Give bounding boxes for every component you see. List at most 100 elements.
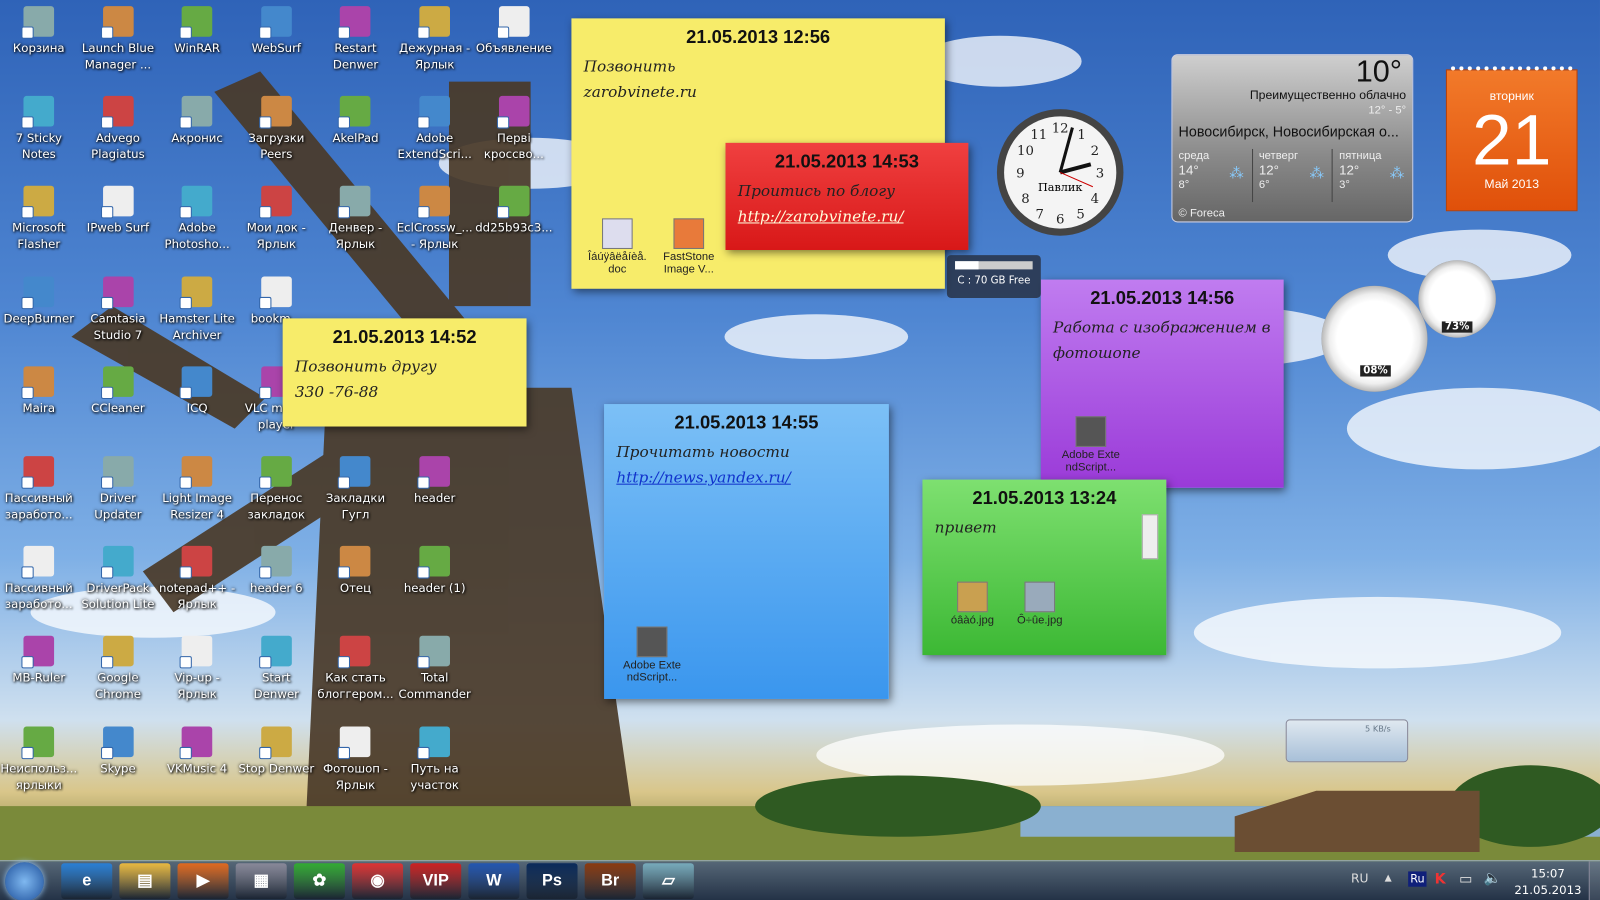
note-text[interactable]: zarobvinete.ru — [584, 80, 933, 106]
desktop-icon[interactable]: Дежурная - Ярлык — [396, 0, 474, 72]
sticky-note[interactable]: 21.05.2013 13:24 привет óâàó.jpg Ô÷ûe.jp… — [922, 479, 1167, 656]
desktop-icon[interactable]: Закладки Гугл — [317, 450, 395, 522]
desktop-icon[interactable]: ICQ — [158, 360, 236, 416]
network-icon[interactable]: ▭ — [1459, 871, 1473, 887]
desktop-icon[interactable]: Microsoft Flasher — [0, 180, 78, 252]
desktop-icon[interactable]: Hamster Lite Archiver — [158, 270, 236, 342]
desktop-icon[interactable]: AkelPad — [317, 90, 395, 146]
desktop-icon[interactable]: Неиспольз... ярлыки — [0, 720, 78, 792]
desktop-icon[interactable]: Загрузки Peers — [238, 90, 316, 162]
desktop-icon[interactable]: DeepBurner — [0, 270, 78, 326]
desktop-icon[interactable]: Акронис — [158, 90, 236, 146]
desktop-icon[interactable]: Start Denwer — [238, 630, 316, 702]
antivirus-icon[interactable]: K — [1435, 871, 1446, 887]
taskbar-app-internet-explorer[interactable]: e — [61, 863, 113, 899]
note-text[interactable]: Работа с изображением в фотошопе — [1053, 315, 1271, 366]
desktop-icon[interactable]: Launch Blue Manager ... — [79, 0, 157, 72]
desktop-icon[interactable]: Maira — [0, 360, 78, 416]
desktop-icon[interactable]: Adobe ExtendScri... — [396, 90, 474, 162]
desktop-icon[interactable]: WebSurf — [238, 0, 316, 56]
desktop-icon[interactable]: header 6 — [238, 540, 316, 596]
note-text[interactable]: Позвонить другу — [295, 354, 514, 380]
desktop-icon[interactable]: DriverPack Solution Lite — [79, 540, 157, 612]
desktop-icon[interactable]: Перенос закладок — [238, 450, 316, 522]
clock-gadget[interactable]: 12 3 6 9 12 45 7 8 10 11 Павлик — [995, 107, 1126, 238]
calendar-gadget[interactable]: вторник 21 Май 2013 — [1445, 66, 1578, 212]
taskbar-app-w[interactable]: W — [468, 863, 520, 899]
note-link[interactable]: http://zarobvinete.ru/ — [738, 207, 904, 225]
note-link[interactable]: http://news.yandex.ru/ — [616, 468, 790, 486]
desktop-icon[interactable]: Light Image Resizer 4 — [158, 450, 236, 522]
desktop-icon[interactable]: Vip-up - Ярлык — [158, 630, 236, 702]
network-gadget[interactable]: 5 KB/s — [1285, 719, 1409, 763]
desktop-icon[interactable]: WinRAR — [158, 0, 236, 56]
desktop-icon[interactable]: header (1) — [396, 540, 474, 596]
taskbar-app-ps[interactable]: Ps — [526, 863, 578, 899]
taskbar-app-vip[interactable]: VIP — [410, 863, 462, 899]
desktop-icon[interactable]: EclCrossw_... - Ярлык — [396, 180, 474, 252]
cpu-meter-gadget[interactable]: 08% 73% — [1321, 260, 1500, 393]
desktop-icon[interactable]: header — [396, 450, 474, 506]
show-desktop-button[interactable] — [1588, 861, 1600, 900]
taskbar-app-icq[interactable]: ✿ — [293, 863, 345, 899]
ime-ru-icon[interactable]: Ru — [1408, 871, 1427, 887]
taskbar-app-sticky[interactable]: ▱ — [642, 863, 694, 899]
desktop-icon[interactable]: Объявление — [475, 0, 553, 56]
weather-credit[interactable]: © Foreca — [1179, 207, 1225, 219]
note-text[interactable]: 330 -76-88 — [295, 380, 514, 406]
show-hidden-icons[interactable]: ▲ — [1385, 873, 1392, 883]
volume-icon[interactable]: 🔈 — [1484, 870, 1502, 886]
desktop-icon[interactable]: MB-Ruler — [0, 630, 78, 686]
desktop-icon[interactable]: Advego Plagiatus — [79, 90, 157, 162]
desktop-icon[interactable]: Пассивный заработо... — [0, 540, 78, 612]
desktop-icon[interactable]: Stop Denwer — [238, 720, 316, 776]
desktop-icon[interactable]: Пассивный заработо... — [0, 450, 78, 522]
sticky-note[interactable]: 21.05.2013 14:53 Проитись по блогу http:/… — [725, 142, 969, 250]
taskbar-app-explorer[interactable]: ▤ — [119, 863, 171, 899]
language-indicator[interactable]: RU — [1351, 871, 1368, 885]
desktop-icon[interactable]: Driver Updater — [79, 450, 157, 522]
desktop-icon[interactable]: Total Commander — [396, 630, 474, 702]
attachment-faststone[interactable]: FastStone Image V... — [653, 218, 724, 276]
desktop-icon[interactable]: VKMusic 4 — [158, 720, 236, 776]
taskbar-app-media-player[interactable]: ▶ — [177, 863, 229, 899]
note-text[interactable]: привет — [935, 515, 1154, 541]
desktop-icon[interactable]: Фотошоп - Ярлык — [317, 720, 395, 792]
taskbar-app-calculator[interactable]: ▦ — [235, 863, 287, 899]
desktop-icon[interactable]: dd25b93c3... — [475, 180, 553, 236]
tray-clock[interactable]: 15:07 21.05.2013 — [1512, 865, 1583, 898]
desktop-icon[interactable]: notepad++ - Ярлык — [158, 540, 236, 612]
sticky-note[interactable]: 21.05.2013 14:55 Прочитать новости http:/… — [604, 404, 889, 699]
desktop-icon[interactable]: Денвер - Ярлык — [317, 180, 395, 252]
taskbar-app-chrome[interactable]: ◉ — [352, 863, 404, 899]
drive-gadget[interactable]: C : 70 GB Free — [946, 255, 1041, 298]
start-button[interactable] — [5, 862, 44, 900]
sticky-note[interactable]: 21.05.2013 14:56 Работа с изображением в… — [1040, 279, 1284, 488]
desktop-icon[interactable]: Google Chrome — [79, 630, 157, 702]
attachment-extendscript[interactable]: Adobe Exte ndScript... — [616, 626, 687, 684]
desktop-icon[interactable]: Adobe Photosho... — [158, 180, 236, 252]
desktop-icon[interactable]: Путь на участок — [396, 720, 474, 792]
desktop-icon[interactable]: CCleaner — [79, 360, 157, 416]
desktop-icon[interactable]: Перві кроссво... — [475, 90, 553, 162]
attachment-doc[interactable]: Îáúÿâëåíèå. doc — [582, 218, 653, 276]
attachment-jpg[interactable]: óâàó.jpg — [937, 581, 1008, 627]
desktop-icon[interactable]: Мои док - Ярлык — [238, 180, 316, 252]
desktop-icon[interactable]: Skype — [79, 720, 157, 776]
weather-gadget[interactable]: 10° Преимущественно облачно 12° - 5° Нов… — [1171, 54, 1414, 223]
desktop-icon[interactable]: 7 Sticky Notes — [0, 90, 78, 162]
desktop-icon[interactable]: Camtasia Studio 7 — [79, 270, 157, 342]
note-text[interactable]: Прочитать новости — [616, 440, 876, 466]
taskbar-app-br[interactable]: Br — [584, 863, 636, 899]
desktop-icon[interactable]: IPweb Surf — [79, 180, 157, 236]
note-scrollbar[interactable] — [1141, 514, 1159, 560]
attachment-jpg[interactable]: Ô÷ûe.jpg — [1004, 581, 1075, 627]
attachment-extendscript[interactable]: Adobe Exte ndScript... — [1055, 416, 1126, 473]
desktop-icon[interactable]: Как стать блоггером... — [317, 630, 395, 702]
note-text[interactable]: Позвонить — [584, 54, 933, 80]
desktop-icon[interactable]: Отец — [317, 540, 395, 596]
desktop-icon[interactable]: Restart Denwer — [317, 0, 395, 72]
desktop-icon[interactable]: Корзина — [0, 0, 78, 56]
note-text[interactable]: Проитись по блогу — [738, 179, 956, 205]
sticky-note[interactable]: 21.05.2013 14:52 Позвонить другу 330 -76-… — [282, 318, 527, 427]
